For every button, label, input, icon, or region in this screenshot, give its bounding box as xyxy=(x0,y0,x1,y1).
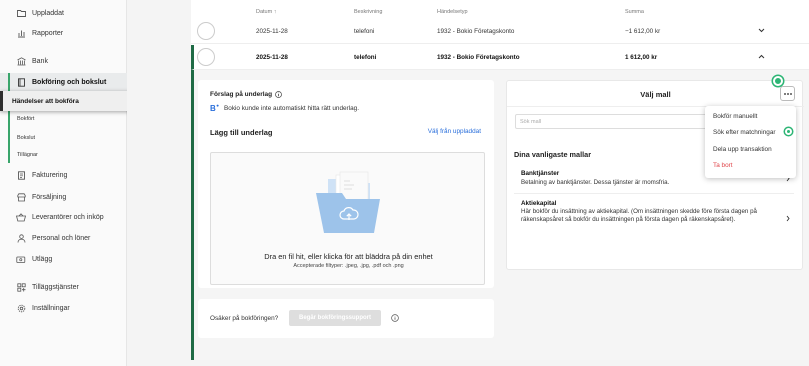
support-question: Osäker på bokföringen? xyxy=(210,315,279,322)
template-search-input[interactable]: Sök mall xyxy=(515,114,707,129)
menu-item-delete[interactable]: Ta bort xyxy=(713,162,733,169)
table-row[interactable]: 2025-11-28 telefoni 1932 - Bokio Företag… xyxy=(191,19,809,44)
row-event-type: 1932 - Bokio Företagskonto xyxy=(437,28,515,35)
row-description: telefoni xyxy=(354,28,375,35)
suggestion-title: Förslag på underlag xyxy=(210,91,273,98)
menu-item-split[interactable]: Dela upp transaktion xyxy=(713,146,772,153)
request-support-button[interactable]: Begär bokföringssupport xyxy=(289,310,381,326)
table-row-expanded[interactable]: 2025-11-28 telefoni 1932 - Bokio Företag… xyxy=(191,45,809,70)
sidebar-item-fakturering[interactable]: Fakturering xyxy=(0,166,127,184)
more-options-button[interactable] xyxy=(780,86,795,101)
template-description: Här bokför du insättning av aktiekapital… xyxy=(521,208,757,223)
menu-item-search-matches[interactable]: Sök efter matchningar xyxy=(713,129,776,136)
bar-chart-icon xyxy=(16,28,26,38)
info-icon[interactable] xyxy=(391,314,399,322)
sidebar-tooltip: Händelser att bokföra xyxy=(0,91,135,111)
person-icon xyxy=(16,233,26,243)
sidebar-item-label: Utlägg xyxy=(32,255,53,263)
more-horizontal-icon xyxy=(783,92,792,95)
chevron-down-icon[interactable] xyxy=(758,28,765,33)
row-select-checkbox[interactable] xyxy=(197,48,215,66)
column-header-event-type[interactable]: Händelsetyp xyxy=(437,9,468,15)
sidebar: Uppladdat Rapporter Bank Bokföring och b… xyxy=(0,0,127,366)
book-icon xyxy=(16,77,26,87)
row-date: 2025-11-28 xyxy=(256,28,288,35)
sidebar-item-rapporter[interactable]: Rapporter xyxy=(0,24,127,42)
sidebar-item-label: Tilläggstjänster xyxy=(32,283,79,291)
sidebar-item-utlagg[interactable]: Utlägg xyxy=(0,250,127,268)
info-icon[interactable] xyxy=(275,91,282,98)
folder-icon xyxy=(16,8,26,18)
sidebar-item-label: Personal och löner xyxy=(32,234,91,242)
common-templates-title: Dina vanligaste mallar xyxy=(514,150,592,159)
chevron-right-icon xyxy=(786,215,790,222)
row-event-type: 1932 - Bokio Företagskonto xyxy=(437,54,520,61)
cursor-marker xyxy=(785,128,792,135)
sidebar-item-installningar[interactable]: Inställningar xyxy=(0,299,127,317)
more-options-menu: Bokför manuellt Sök efter matchningar De… xyxy=(705,106,796,178)
main-content: Datum ↑ Beskrivning Händelsetyp Summa 20… xyxy=(127,0,809,366)
invoice-icon xyxy=(16,170,26,180)
file-drop-zone[interactable]: Dra en fil hit, eller klicka för att blä… xyxy=(210,152,485,285)
basket-icon xyxy=(16,212,26,222)
drop-zone-text: Dra en fil hit, eller klicka för att blä… xyxy=(264,252,433,261)
active-indicator xyxy=(8,73,10,91)
sidebar-item-label: Fakturering xyxy=(32,171,68,179)
cursor-marker xyxy=(773,76,783,86)
template-panel-title: Välj mall xyxy=(640,90,671,99)
sidebar-item-tillaggstjanster[interactable]: Tilläggstjänster xyxy=(0,278,127,296)
gear-icon xyxy=(16,303,26,313)
column-header-label: Datum xyxy=(256,9,273,15)
search-placeholder: Sök mall xyxy=(520,119,542,125)
template-description: Betalning av banktjänster. Dessa tjänste… xyxy=(521,179,670,186)
sidebar-item-label: Rapporter xyxy=(32,29,64,37)
choose-uploaded-link[interactable]: Välj från uppladdat xyxy=(428,128,481,135)
row-date: 2025-11-28 xyxy=(256,54,288,61)
suggestion-info-text: Bokio kunde inte automatiskt hitta rätt … xyxy=(224,104,359,112)
receipt-icon xyxy=(16,254,26,264)
support-card: Osäker på bokföringen? Begär bokföringss… xyxy=(198,299,494,338)
accepted-file-types: Accepterade filtyper: .jpeg, .jpg, .pdf … xyxy=(293,263,404,269)
svg-text:B: B xyxy=(210,104,216,112)
sidebar-item-label: Uppladdat xyxy=(32,9,64,17)
subnav-item-tillagnar[interactable]: Tillägnar xyxy=(17,152,38,158)
sidebar-item-bokforing[interactable]: Bokföring och bokslut xyxy=(0,73,127,91)
store-icon xyxy=(16,192,26,202)
bokio-logo-icon: B xyxy=(210,104,219,112)
row-select-checkbox[interactable] xyxy=(197,22,215,40)
sidebar-item-forsaljning[interactable]: Försäljning xyxy=(0,188,127,206)
underlag-card: Förslag på underlag B Bokio kunde inte a… xyxy=(198,80,494,288)
apps-icon xyxy=(16,282,26,292)
sidebar-item-label: Inställningar xyxy=(32,304,70,312)
sidebar-item-label: Bank xyxy=(32,57,48,65)
column-header-date[interactable]: Datum ↑ xyxy=(256,9,276,15)
column-header-amount[interactable]: Summa xyxy=(625,9,644,15)
subnav-item-bokfort[interactable]: Bokfört xyxy=(17,116,34,122)
sidebar-item-uppladdat[interactable]: Uppladdat xyxy=(0,4,127,22)
subnav-indicator xyxy=(8,111,10,163)
subnav-item-bokslut[interactable]: Bokslut xyxy=(17,135,35,141)
row-amount: −1 612,00 kr xyxy=(625,28,661,35)
sidebar-item-bank[interactable]: Bank xyxy=(0,52,127,70)
chevron-up-icon[interactable] xyxy=(758,54,765,59)
sort-arrow-icon: ↑ xyxy=(273,9,277,15)
bank-icon xyxy=(16,56,26,66)
row-description: telefoni xyxy=(354,54,377,61)
sidebar-item-label: Leverantörer och inköp xyxy=(32,213,104,221)
sidebar-item-label: Försäljning xyxy=(32,193,67,201)
template-name: Aktiekapital xyxy=(521,200,557,207)
sidebar-item-leverantorer[interactable]: Leverantörer och inköp xyxy=(0,208,127,226)
template-name: Banktjänster xyxy=(521,170,560,177)
template-item-aktiekapital[interactable]: Aktiekapital Här bokför du insättning av… xyxy=(514,195,794,241)
sidebar-item-label: Bokföring och bokslut xyxy=(32,78,107,86)
sidebar-item-personal[interactable]: Personal och löner xyxy=(0,229,127,247)
menu-item-manual[interactable]: Bokför manuellt xyxy=(713,113,757,120)
row-amount: 1 612,00 kr xyxy=(625,54,658,61)
add-underlag-title: Lägg till underlag xyxy=(210,128,273,137)
folder-upload-icon xyxy=(314,171,382,237)
column-header-description[interactable]: Beskrivning xyxy=(354,9,382,15)
